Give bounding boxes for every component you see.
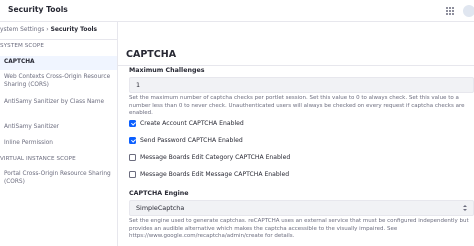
breadcrumb-parent-link[interactable]: ystem Settings bbox=[0, 27, 44, 33]
apps-grid-icon[interactable] bbox=[446, 7, 454, 15]
mb-edit-category-captcha-label: Message Boards Edit Category CAPTCHA Ena… bbox=[140, 154, 291, 161]
user-avatar-icon[interactable] bbox=[463, 5, 474, 17]
breadcrumb: ystem Settings › Security Tools bbox=[0, 27, 97, 33]
send-password-captcha-label: Send Password CAPTCHA Enabled bbox=[140, 137, 243, 144]
sidebar: ystem Settings › Security Tools SYSTEM SCO… bbox=[0, 22, 118, 246]
captcha-engine-help: Set the engine used to generate captchas… bbox=[129, 218, 469, 240]
virtual-instance-scope-heading: VIRTUAL INSTANCE SCOPE bbox=[0, 156, 76, 162]
sidebar-item-inline-permission[interactable]: Inline Permission bbox=[0, 140, 117, 148]
sidebar-item-captcha[interactable]: CAPTCHA bbox=[0, 56, 117, 70]
sidebar-item-web-contexts-cors[interactable]: Web Contexts Cross-Origin Resource Shari… bbox=[0, 74, 117, 89]
sidebar-item-portal-cors[interactable]: Portal Cross-Origin Resource Sharing (CO… bbox=[0, 171, 117, 186]
breadcrumb-separator-icon: › bbox=[46, 27, 49, 33]
send-password-captcha-checkbox[interactable] bbox=[129, 137, 136, 144]
system-scope-heading: SYSTEM SCOPE bbox=[0, 43, 45, 49]
max-challenges-help: Set the maximum number of captcha checks… bbox=[129, 95, 465, 117]
top-bar: Security Tools bbox=[0, 0, 474, 22]
main-panel: CAPTCHA Maximum Challenges 1 Set the max… bbox=[118, 22, 474, 246]
max-challenges-input[interactable]: 1 bbox=[129, 77, 474, 93]
create-account-captcha-label: Create Account CAPTCHA Enabled bbox=[140, 120, 244, 127]
select-caret-icon bbox=[463, 205, 468, 213]
captcha-engine-select[interactable]: SimpleCaptcha bbox=[129, 200, 474, 216]
max-challenges-label: Maximum Challenges bbox=[129, 67, 205, 74]
mb-edit-message-captcha-checkbox[interactable] bbox=[129, 171, 136, 178]
captcha-engine-label: CAPTCHA Engine bbox=[129, 190, 189, 197]
page-title: CAPTCHA bbox=[126, 49, 177, 60]
sidebar-item-antisamy-sanitizer[interactable]: AntiSamy Sanitizer bbox=[0, 124, 117, 132]
sidebar-item-antisamy-by-class-name[interactable]: AntiSamy Sanitizer by Class Name bbox=[0, 99, 117, 107]
breadcrumb-current: Security Tools bbox=[50, 27, 98, 33]
mb-edit-category-captcha-checkbox[interactable] bbox=[129, 154, 136, 161]
divider bbox=[0, 39, 117, 40]
create-account-captcha-checkbox[interactable] bbox=[129, 120, 136, 127]
captcha-engine-value: SimpleCaptcha bbox=[136, 204, 185, 212]
mb-edit-message-captcha-label: Message Boards Edit Message CAPTCHA Enab… bbox=[140, 171, 290, 178]
divider bbox=[118, 65, 474, 66]
app-title: Security Tools bbox=[8, 5, 68, 14]
